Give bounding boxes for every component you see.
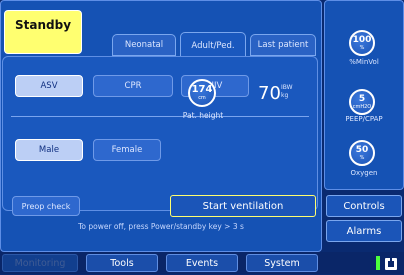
ibw-label: IBW bbox=[281, 84, 293, 91]
gender-female-button[interactable]: Female bbox=[93, 139, 161, 161]
tab-neonatal[interactable]: Neonatal bbox=[112, 34, 176, 56]
power-off-message: To power off, press Power/standby key > … bbox=[78, 222, 244, 231]
oxygen-label: Oxygen bbox=[350, 169, 378, 177]
ibw-value: 70 bbox=[258, 83, 281, 104]
controls-button[interactable]: Controls bbox=[326, 195, 402, 217]
peep-knob[interactable]: 5 cmH2O bbox=[349, 89, 375, 115]
start-ventilation-button[interactable]: Start ventilation bbox=[170, 195, 316, 217]
tools-button[interactable]: Tools bbox=[86, 254, 158, 272]
patient-height-knob[interactable]: 174 cm bbox=[188, 79, 216, 107]
oxygen-knob[interactable]: 50 % bbox=[349, 140, 375, 166]
system-button[interactable]: System bbox=[246, 254, 318, 272]
minvol-unit: % bbox=[359, 44, 365, 51]
standby-indicator[interactable]: Standby bbox=[4, 10, 82, 54]
mode-cpr-button[interactable]: CPR bbox=[93, 75, 173, 97]
oxygen-value: 50 bbox=[355, 144, 369, 155]
patient-setup-panel: ASV CPR NIV Male Female bbox=[2, 56, 318, 211]
peep-label: PEEP/CPAP bbox=[345, 115, 383, 123]
divider bbox=[11, 116, 309, 117]
tab-last-patient[interactable]: Last patient bbox=[250, 34, 316, 56]
tab-adult-ped[interactable]: Adult/Ped. bbox=[180, 32, 246, 58]
peep-unit: cmH2O bbox=[352, 103, 372, 110]
preop-check-button[interactable]: Preop check bbox=[12, 196, 80, 216]
patient-height-label: Pat. height bbox=[182, 111, 224, 120]
patient-height-value: 174 bbox=[191, 84, 213, 95]
oxygen-unit: % bbox=[359, 154, 365, 161]
patient-height-unit: cm bbox=[198, 95, 206, 101]
minvol-label: %MinVol bbox=[349, 58, 379, 66]
power-plug-icon bbox=[384, 256, 398, 270]
minvol-knob[interactable]: 100 % bbox=[349, 30, 375, 56]
gender-male-button[interactable]: Male bbox=[15, 139, 83, 161]
status-indicator bbox=[376, 256, 380, 270]
ibw-unit: kg bbox=[281, 92, 289, 99]
minvol-value: 100 bbox=[352, 34, 372, 45]
alarms-button[interactable]: Alarms bbox=[326, 220, 402, 242]
mode-asv-button[interactable]: ASV bbox=[15, 75, 83, 97]
events-button[interactable]: Events bbox=[166, 254, 238, 272]
peep-value: 5 bbox=[358, 93, 366, 104]
monitoring-button[interactable]: Monitoring bbox=[2, 254, 78, 272]
